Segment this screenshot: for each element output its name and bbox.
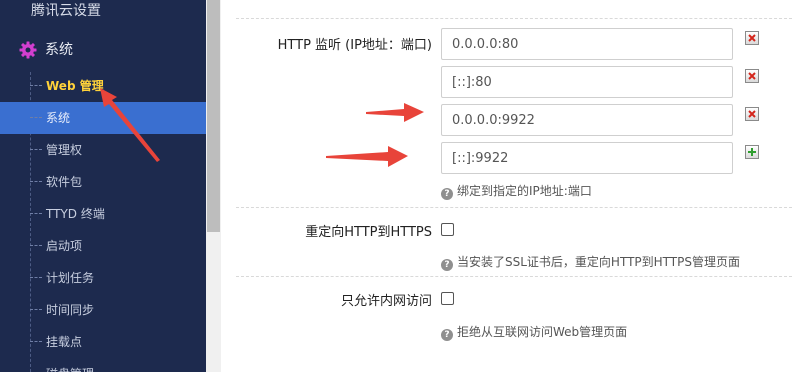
sidebar-item-label: 计划任务 [46, 271, 95, 285]
sidebar: 腾讯云设置 系统 Web 管理 系统 管理权 软件包 TTYD 终端 启动项 计… [0, 0, 206, 372]
http-listen-hint: ? 绑定到指定的IP地址:端口 [441, 182, 592, 200]
sidebar-item-disk-management[interactable]: 磁盘管理 [0, 358, 206, 372]
sidebar-item-label: 挂载点 [46, 335, 83, 349]
http-listen-input-2[interactable] [441, 66, 733, 98]
hint-text: 拒绝从互联网访问Web管理页面 [457, 325, 628, 339]
hint-text: 当安装了SSL证书后，重定向HTTP到HTTPS管理页面 [457, 255, 740, 269]
tree-connector [30, 309, 42, 310]
section-divider [236, 207, 792, 208]
sidebar-item-label: Web 管理 [46, 79, 104, 93]
section-divider [236, 276, 792, 277]
sidebar-item-label: 磁盘管理 [46, 358, 94, 372]
remove-icon [748, 110, 756, 118]
tree-connector [30, 85, 42, 86]
http-listen-label: HTTP 监听 (IP地址：端口) [277, 38, 432, 53]
http-listen-input-4[interactable] [441, 142, 733, 174]
sidebar-item-admin[interactable]: 管理权 [0, 134, 206, 166]
sidebar-item-label: 软件包 [46, 175, 83, 189]
sidebar-item-web-management[interactable]: Web 管理 [0, 70, 206, 102]
remove-entry-button[interactable] [745, 31, 759, 45]
intranet-only-label: 只允许内网访问 [340, 294, 432, 309]
help-icon: ? [441, 259, 453, 271]
remove-icon [748, 34, 756, 42]
http-listen-input-1[interactable] [441, 28, 733, 60]
sidebar-item-packages[interactable]: 软件包 [0, 166, 206, 198]
section-divider [236, 18, 792, 19]
remove-entry-button[interactable] [745, 69, 759, 83]
tree-connector [30, 181, 42, 182]
sidebar-item-startup[interactable]: 启动项 [0, 230, 206, 262]
intranet-only-checkbox[interactable] [441, 292, 454, 305]
redirect-https-checkbox[interactable] [441, 223, 454, 236]
remove-icon [748, 72, 756, 80]
sidebar-item-mount-points[interactable]: 挂载点 [0, 326, 206, 358]
sidebar-item-tencent-cloud[interactable]: 腾讯云设置 [31, 0, 101, 22]
help-icon: ? [441, 188, 453, 200]
sidebar-group-system[interactable]: 系统 [0, 36, 206, 64]
sidebar-item-label: TTYD 终端 [46, 207, 105, 221]
tree-connector [30, 277, 42, 278]
http-listen-input-3[interactable] [441, 104, 733, 136]
sidebar-item-ttyd[interactable]: TTYD 终端 [0, 198, 206, 230]
redirect-https-label: 重定向HTTP到HTTPS [305, 225, 432, 240]
add-icon [748, 148, 756, 156]
sidebar-item-label: 时间同步 [46, 303, 95, 317]
tree-connector [30, 245, 42, 246]
sidebar-item-time-sync[interactable]: 时间同步 [0, 294, 206, 326]
scrollbar-thumb[interactable] [207, 0, 220, 232]
intranet-only-hint: ? 拒绝从互联网访问Web管理页面 [441, 323, 627, 341]
add-entry-button[interactable] [745, 145, 759, 159]
sidebar-item-scheduled-tasks[interactable]: 计划任务 [0, 262, 206, 294]
sidebar-group-label: 系统 [45, 42, 73, 58]
hint-text: 绑定到指定的IP地址:端口 [457, 184, 592, 198]
sidebar-item-system[interactable]: 系统 [0, 102, 206, 134]
tree-connector [30, 341, 42, 342]
tree-connector [30, 213, 42, 214]
tree-connector [30, 117, 42, 118]
gear-icon [19, 41, 37, 59]
sidebar-item-label: 管理权 [46, 143, 83, 157]
sidebar-item-label: 启动项 [46, 239, 83, 253]
remove-entry-button[interactable] [745, 107, 759, 121]
help-icon: ? [441, 329, 453, 341]
tree-connector [30, 149, 42, 150]
redirect-https-hint: ? 当安装了SSL证书后，重定向HTTP到HTTPS管理页面 [441, 253, 740, 271]
sidebar-item-label: 系统 [46, 111, 71, 125]
